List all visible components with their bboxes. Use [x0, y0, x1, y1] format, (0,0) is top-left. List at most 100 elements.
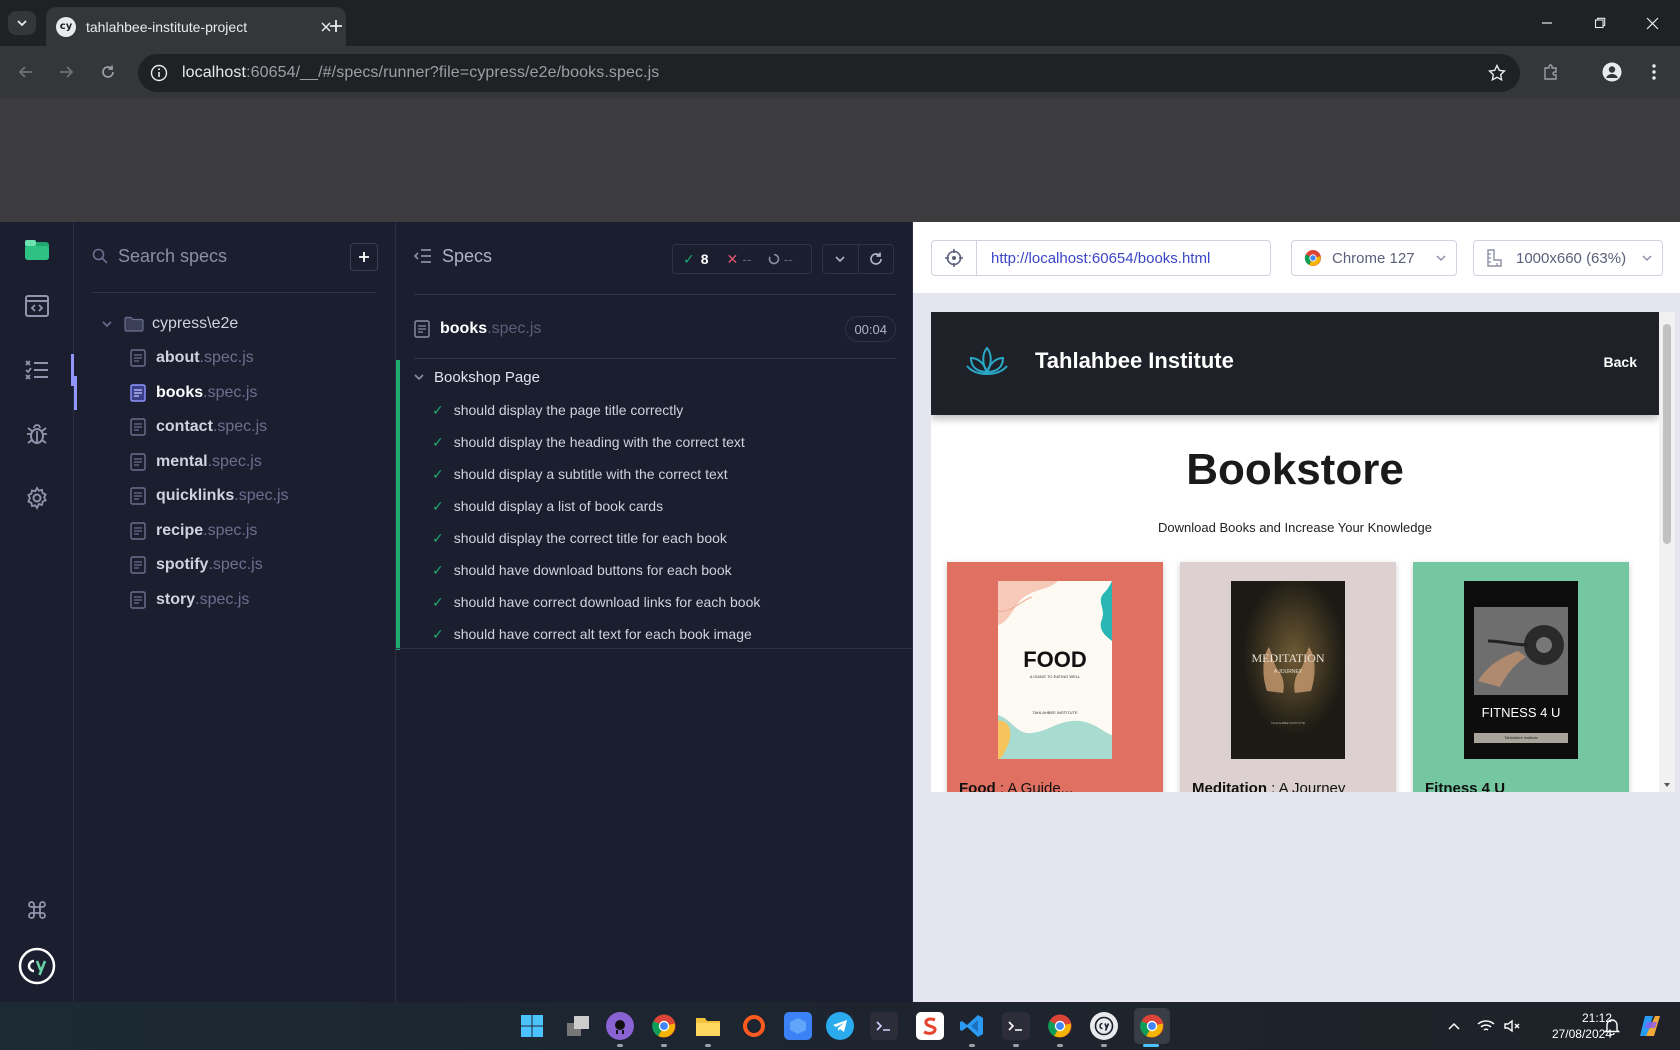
- browser-tab[interactable]: cy tahlahbee-institute-project: [46, 7, 346, 46]
- gear-icon: [27, 486, 47, 510]
- site-info-icon[interactable]: [150, 64, 168, 82]
- keyboard-shortcuts[interactable]: [0, 882, 74, 938]
- chrome-app-active[interactable]: [1134, 1008, 1170, 1044]
- check-icon: ✓: [432, 465, 444, 482]
- book-cover-food: FOOD A GUIDE TO EATING WELL TAHLAHBEE IN…: [998, 581, 1112, 759]
- reload-button[interactable]: [94, 58, 122, 86]
- task-view-button[interactable]: [564, 1012, 592, 1040]
- close-icon: [1646, 17, 1659, 29]
- ring-app-icon: [743, 1015, 765, 1037]
- refresh-icon: [870, 252, 882, 265]
- back-button[interactable]: [12, 58, 40, 86]
- browser-toolbar: localhost:60654/__/#/specs/runner?file=c…: [0, 46, 1680, 98]
- test-row[interactable]: ✓ should have correct download links for …: [400, 586, 912, 618]
- running-indicator: [661, 1044, 667, 1047]
- start-button[interactable]: [518, 1012, 546, 1040]
- cypress-app[interactable]: [1090, 1012, 1118, 1040]
- nav-runs[interactable]: [0, 342, 75, 398]
- windows-taskbar: 21:12 27/08/2024: [0, 1002, 1680, 1050]
- extensions-button[interactable]: [1537, 58, 1565, 86]
- notifications-button[interactable]: [1598, 1012, 1626, 1040]
- new-spec-button[interactable]: [350, 243, 378, 271]
- suite-title-row[interactable]: Bookshop Page: [400, 360, 912, 394]
- iframe-scrollbar[interactable]: [1659, 312, 1675, 792]
- search-input[interactable]: [118, 245, 338, 267]
- spec-item-quicklinks[interactable]: quicklinks .spec.js: [92, 479, 382, 514]
- chrome-icon: [1140, 1014, 1164, 1038]
- expand-all-button[interactable]: [823, 245, 858, 273]
- crosshair-icon: [945, 249, 963, 267]
- collapse-specs-icon[interactable]: [414, 248, 432, 264]
- test-row[interactable]: ✓ should display the correct title for ea…: [400, 522, 912, 554]
- aut-header: http://localhost:60654/books.html Chrome…: [913, 222, 1680, 294]
- cover-subtitle: A GUIDE TO EATING WELL: [1029, 674, 1081, 679]
- spec-item-spotify[interactable]: spotify .spec.js: [92, 548, 382, 583]
- s-app[interactable]: [916, 1012, 944, 1040]
- forward-button[interactable]: [52, 58, 80, 86]
- chevron-down-icon: [17, 20, 27, 27]
- back-link[interactable]: Back: [1604, 354, 1637, 370]
- folder-row[interactable]: cypress\e2e: [92, 307, 382, 341]
- menu-button[interactable]: [1640, 58, 1668, 86]
- test-row[interactable]: ✓ should have download buttons for each b…: [400, 554, 912, 586]
- selector-playground-button[interactable]: [931, 240, 977, 276]
- spec-item-about[interactable]: about .spec.js: [92, 341, 382, 376]
- copilot-icon: [1640, 1016, 1660, 1036]
- star-icon[interactable]: [1488, 64, 1506, 82]
- spec-item-recipe[interactable]: recipe .spec.js: [92, 514, 382, 549]
- test-row[interactable]: ✓ should have correct alt text for each b…: [400, 618, 912, 650]
- chrome-app-1[interactable]: [650, 1012, 678, 1040]
- terminal-app-1[interactable]: [870, 1012, 898, 1040]
- profile-button[interactable]: [1598, 58, 1626, 86]
- nav-debug[interactable]: [0, 406, 74, 462]
- chrome-app-2[interactable]: [1046, 1012, 1074, 1040]
- nav-settings[interactable]: [0, 470, 74, 526]
- file-explorer-app[interactable]: [694, 1012, 722, 1040]
- running-spec-name: books: [440, 320, 488, 337]
- viewport-selector[interactable]: 1000x660 (63%): [1473, 240, 1663, 276]
- vscode-app[interactable]: [958, 1012, 986, 1040]
- plus-icon: [330, 20, 342, 32]
- pending-count: --: [783, 251, 793, 267]
- tab-search-button[interactable]: [8, 11, 36, 35]
- fitness-cover-art: [1474, 607, 1568, 743]
- spec-item-mental[interactable]: mental .spec.js: [92, 445, 382, 480]
- terminal-app-2[interactable]: [1002, 1012, 1030, 1040]
- minimize-icon: [1541, 22, 1552, 24]
- github-desktop-app[interactable]: [606, 1012, 634, 1040]
- nav-specs[interactable]: [0, 278, 74, 334]
- tray-overflow-button[interactable]: [1440, 1012, 1468, 1040]
- reporter-controls: [822, 244, 894, 274]
- circle-app[interactable]: [740, 1012, 768, 1040]
- test-row[interactable]: ✓ should display the page title correctly: [400, 394, 912, 426]
- search-specs[interactable]: [92, 240, 372, 272]
- project-logo[interactable]: [0, 222, 74, 278]
- code-window-icon: [25, 295, 49, 317]
- telegram-app[interactable]: [826, 1012, 854, 1040]
- running-indicator: [617, 1044, 623, 1047]
- address-bar[interactable]: localhost:60654/__/#/specs/runner?file=c…: [138, 54, 1520, 92]
- specs-label: Specs: [442, 245, 493, 266]
- restore-icon: [1594, 17, 1605, 29]
- restore-button[interactable]: [1573, 0, 1626, 46]
- cypress-logo: [0, 938, 74, 994]
- aut-iframe: Tahlahbee Institute Back Bookstore Downl…: [931, 312, 1675, 792]
- close-window-button[interactable]: [1626, 0, 1679, 46]
- new-tab-button[interactable]: [322, 12, 350, 40]
- spec-item-books[interactable]: books .spec.js: [74, 375, 382, 411]
- test-row[interactable]: ✓ should display a subtitle with the corr…: [400, 458, 912, 490]
- rerun-button[interactable]: [857, 245, 893, 273]
- aut-url-field[interactable]: http://localhost:60654/books.html: [976, 240, 1271, 276]
- browser-selector[interactable]: Chrome 127: [1291, 240, 1457, 276]
- volume-status[interactable]: [1498, 1012, 1526, 1040]
- scroll-down-icon[interactable]: [1659, 780, 1675, 790]
- minimize-button[interactable]: [1520, 0, 1573, 46]
- copilot-button[interactable]: [1636, 1012, 1664, 1040]
- test-row[interactable]: ✓ should display a list of book cards: [400, 490, 912, 522]
- wifi-status[interactable]: [1472, 1012, 1500, 1040]
- test-row[interactable]: ✓ should display the heading with the cor…: [400, 426, 912, 458]
- scrollbar-thumb[interactable]: [1663, 324, 1671, 544]
- cube-app[interactable]: [784, 1012, 812, 1040]
- spec-item-contact[interactable]: contact .spec.js: [92, 410, 382, 445]
- spec-item-story[interactable]: story .spec.js: [92, 583, 382, 618]
